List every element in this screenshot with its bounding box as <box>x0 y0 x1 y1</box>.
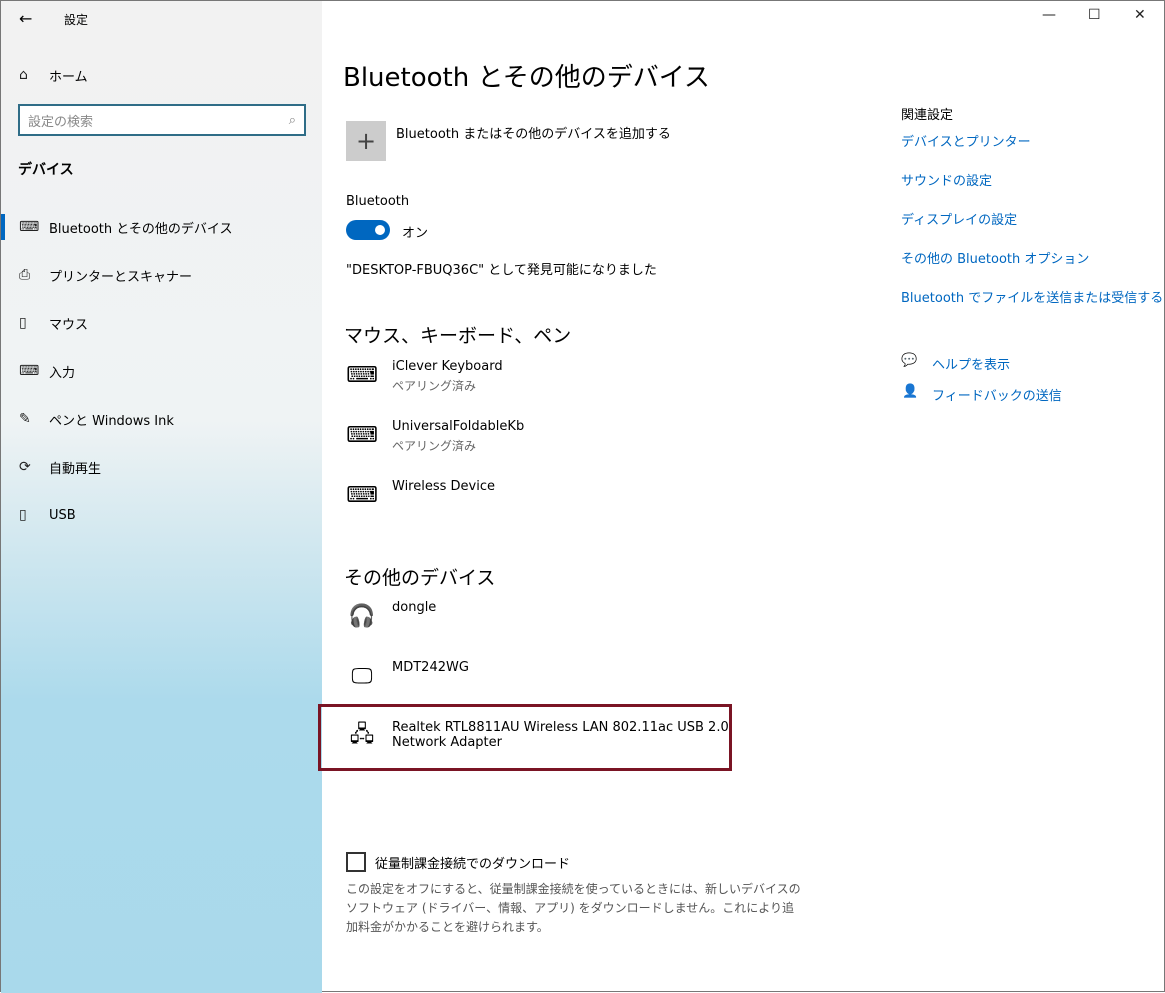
metered-description: この設定をオフにすると、従量制課金接続を使っているときには、新しいデバイスのソフ… <box>346 882 801 934</box>
usb-icon: ▯ <box>19 507 27 523</box>
device-name: UniversalFoldableKb <box>392 419 525 434</box>
link-devices-printers[interactable]: デバイスとプリンター <box>901 131 1031 150</box>
monitor-icon: 🖵 <box>351 663 373 689</box>
pen-icon: ✎ <box>19 411 31 427</box>
sidebar-item-label: 自動再生 <box>49 461 102 477</box>
search-placeholder: 設定の検索 <box>28 114 94 130</box>
home-label: ホーム <box>49 69 88 85</box>
link-bluetooth-file-transfer[interactable]: Bluetooth でファイルを送信または受信する <box>901 287 1163 306</box>
mouse-icon: ▯ <box>19 315 27 331</box>
bluetooth-toggle[interactable] <box>346 220 390 240</box>
sidebar-item-pen[interactable]: ✎ ペンと Windows Ink <box>1 399 322 439</box>
device-item[interactable]: ⌨ iClever Keyboard ペアリング済み <box>346 359 503 394</box>
sidebar-item-usb[interactable]: ▯ USB <box>1 495 322 535</box>
close-button[interactable]: ✕ <box>1134 7 1146 23</box>
sidebar-item-label: ペンと Windows Ink <box>49 413 174 429</box>
device-item[interactable]: ⌨ UniversalFoldableKb ペアリング済み <box>346 419 524 454</box>
search-icon: ⌕ <box>288 112 296 128</box>
checkbox-box <box>346 852 366 872</box>
section-other-devices: その他のデバイス <box>344 567 496 589</box>
autoplay-icon: ⟳ <box>19 459 31 475</box>
device-name: iClever Keyboard <box>392 359 503 374</box>
add-device-button[interactable]: + Bluetooth またはその他のデバイスを追加する <box>346 121 671 161</box>
link-sound-settings[interactable]: サウンドの設定 <box>901 170 992 189</box>
keyboard-icon: ⌨ <box>346 482 378 508</box>
home-icon: ⌂ <box>19 67 28 83</box>
sidebar-item-label: 入力 <box>49 365 76 381</box>
metered-checkbox[interactable]: 従量制課金接続でのダウンロード <box>346 852 570 872</box>
device-item[interactable]: ⌨ Wireless Device <box>346 479 495 511</box>
link-help[interactable]: ヘルプを表示 <box>932 354 1010 373</box>
device-item[interactable]: 🖧 Realtek RTL8811AU Wireless LAN 802.11ac… <box>346 720 729 752</box>
page-title: Bluetooth とその他のデバイス <box>343 63 710 93</box>
sidebar-item-label: プリンターとスキャナー <box>49 269 193 285</box>
sidebar: ← 設定 ⌂ ホーム 設定の検索 ⌕ デバイス ⌨ Bluetooth とその他のデバ… <box>1 1 322 993</box>
device-item[interactable]: 🖵 MDT242WG <box>346 660 469 692</box>
sidebar-item-label: マウス <box>49 317 89 333</box>
discoverable-text: "DESKTOP-FBUQ36C" として発見可能になりました <box>346 263 657 278</box>
bluetooth-devices-icon: ⌨ <box>19 219 40 235</box>
add-device-label: Bluetooth またはその他のデバイスを追加する <box>396 127 671 142</box>
minimize-button[interactable]: — <box>1042 7 1056 23</box>
sidebar-item-label: USB <box>49 507 76 523</box>
device-name: dongle <box>392 600 437 615</box>
device-name: MDT242WG <box>392 660 469 675</box>
keyboard-icon: ⌨ <box>346 422 378 448</box>
sidebar-item-mouse[interactable]: ▯ マウス <box>1 303 322 343</box>
link-feedback[interactable]: フィードバックの送信 <box>932 385 1062 404</box>
plus-icon: + <box>346 121 386 161</box>
sidebar-item-label: Bluetooth とその他のデバイス <box>49 221 233 237</box>
toggle-state: オン <box>402 226 429 241</box>
sidebar-item-autoplay[interactable]: ⟳ 自動再生 <box>1 447 322 487</box>
section-input-devices: マウス、キーボード、ペン <box>344 325 572 347</box>
device-name: Wireless Device <box>392 479 495 494</box>
link-more-bluetooth-options[interactable]: その他の Bluetooth オプション <box>901 248 1089 267</box>
search-input[interactable]: 設定の検索 ⌕ <box>18 104 306 136</box>
link-display-settings[interactable]: ディスプレイの設定 <box>901 209 1017 228</box>
keyboard-icon: ⌨ <box>346 362 378 388</box>
device-status: ペアリング済み <box>392 439 477 453</box>
maximize-button[interactable]: ☐ <box>1088 7 1101 23</box>
section-heading: デバイス <box>18 162 74 178</box>
sidebar-item-printers[interactable]: ⎙ プリンターとスキャナー <box>1 255 322 295</box>
bluetooth-label: Bluetooth <box>346 194 410 209</box>
device-item[interactable]: 🎧 dongle <box>346 600 436 632</box>
feedback-icon: 👤 <box>902 384 919 399</box>
main-content: — ☐ ✕ Bluetooth とその他のデバイス + Bluetooth また… <box>318 1 1164 991</box>
device-name: Realtek RTL8811AU Wireless LAN 802.11ac … <box>392 720 729 735</box>
device-status: ペアリング済み <box>392 379 477 393</box>
sidebar-item-typing[interactable]: ⌨ 入力 <box>1 351 322 391</box>
printer-icon: ⎙ <box>19 267 31 283</box>
related-settings-title: 関連設定 <box>901 108 954 123</box>
help-icon: 💬 <box>901 353 918 368</box>
device-name-line2: Network Adapter <box>392 735 502 750</box>
headset-icon: 🎧 <box>348 603 376 629</box>
metered-label: 従量制課金接続でのダウンロード <box>375 856 571 872</box>
sidebar-item-bluetooth[interactable]: ⌨ Bluetooth とその他のデバイス <box>1 207 322 247</box>
back-button[interactable]: ← <box>19 9 32 28</box>
keyboard-icon: ⌨ <box>19 363 40 379</box>
sidebar-home[interactable]: ⌂ ホーム <box>1 55 322 95</box>
window-title: 設定 <box>64 13 89 27</box>
network-adapter-icon: 🖧 <box>349 722 375 747</box>
